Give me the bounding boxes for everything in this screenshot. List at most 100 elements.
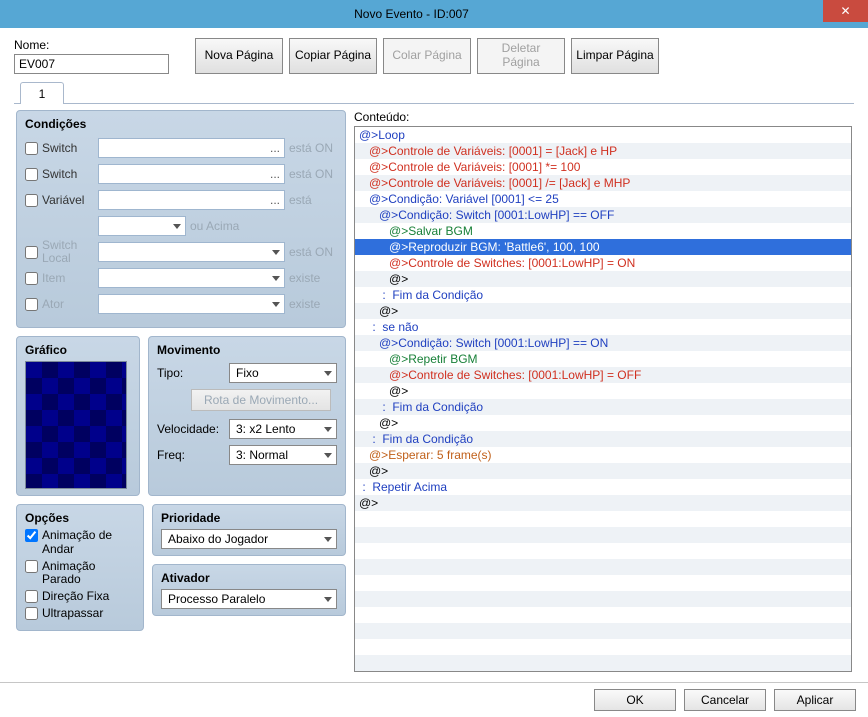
code-line[interactable]: @> [355, 303, 851, 319]
switch1-post: está ON [289, 141, 337, 155]
direcao-fixa-checkbox[interactable] [25, 590, 38, 603]
colar-pagina-button: Colar Página [383, 38, 471, 74]
ator-dropdown[interactable] [98, 294, 285, 314]
code-line-empty [355, 639, 851, 655]
freq-label: Freq: [157, 448, 223, 462]
apply-button[interactable]: Aplicar [774, 689, 856, 711]
switchlocal-dropdown[interactable] [98, 242, 285, 262]
freq-select[interactable]: 3: Normal [229, 445, 337, 465]
dialog-buttons: OK Cancelar Aplicar [0, 682, 868, 717]
code-line[interactable]: @>Esperar: 5 frame(s) [355, 447, 851, 463]
code-line[interactable]: : Fim da Condição [355, 399, 851, 415]
switchlocal-label: Switch Local [42, 239, 94, 264]
code-line[interactable]: @>Reproduzir BGM: 'Battle6', 100, 100 [355, 239, 851, 255]
ator-checkbox[interactable] [25, 298, 38, 311]
variavel-num-dropdown[interactable] [98, 216, 186, 236]
code-line[interactable]: @>Controle de Variáveis: [0001] /= [Jack… [355, 175, 851, 191]
deletar-pagina-button: Deletar Página [477, 38, 565, 74]
ultrapassar-label: Ultrapassar [42, 607, 103, 621]
code-line[interactable]: @>Loop [355, 127, 851, 143]
code-line[interactable]: @> [355, 383, 851, 399]
prioridade-select[interactable]: Abaixo do Jogador [161, 529, 337, 549]
movimento-title: Movimento [157, 343, 337, 357]
anim-parado-checkbox[interactable] [25, 560, 38, 573]
anim-andar-checkbox[interactable] [25, 529, 38, 542]
chevron-down-icon [324, 453, 332, 458]
movimento-group: Movimento Tipo: Fixo Rota de Movimento..… [148, 336, 346, 496]
conteudo-listbox[interactable]: @>Loop @>Controle de Variáveis: [0001] =… [354, 126, 852, 672]
grafico-preview[interactable] [25, 361, 127, 489]
code-line-empty [355, 591, 851, 607]
code-line[interactable]: @>Controle de Variáveis: [0001] = [Jack]… [355, 143, 851, 159]
ativador-title: Ativador [161, 571, 337, 585]
chevron-down-icon [272, 250, 280, 255]
item-checkbox[interactable] [25, 272, 38, 285]
code-line[interactable]: : Fim da Condição [355, 287, 851, 303]
ativador-select[interactable]: Processo Paralelo [161, 589, 337, 609]
anim-parado-label: Animação Parado [42, 560, 135, 588]
tipo-label: Tipo: [157, 366, 223, 380]
variavel-dropdown[interactable]: ... [98, 190, 285, 210]
copiar-pagina-button[interactable]: Copiar Página [289, 38, 377, 74]
code-line[interactable]: @>Condição: Variável [0001] <= 25 [355, 191, 851, 207]
chevron-down-icon [324, 427, 332, 432]
condicoes-group: Condições Switch ... está ON Switch ... … [16, 110, 346, 328]
code-line-empty [355, 655, 851, 671]
velocidade-select[interactable]: 3: x2 Lento [229, 419, 337, 439]
code-line[interactable]: @> [355, 415, 851, 431]
switch1-dropdown[interactable]: ... [98, 138, 285, 158]
code-line[interactable]: @>Salvar BGM [355, 223, 851, 239]
code-line-empty [355, 623, 851, 639]
switch1-checkbox[interactable] [25, 142, 38, 155]
code-line-empty [355, 607, 851, 623]
velocidade-label: Velocidade: [157, 422, 223, 436]
code-line[interactable]: @>Condição: Switch [0001:LowHP] == ON [355, 335, 851, 351]
rota-movimento-button: Rota de Movimento... [191, 389, 331, 411]
code-line[interactable]: : Fim da Condição [355, 431, 851, 447]
chevron-down-icon [173, 224, 181, 229]
prioridade-group: Prioridade Abaixo do Jogador [152, 504, 346, 556]
variavel-checkbox[interactable] [25, 194, 38, 207]
code-line[interactable]: @>Controle de Switches: [0001:LowHP] = O… [355, 367, 851, 383]
tab-1[interactable]: 1 [20, 82, 64, 104]
code-line[interactable]: @>Controle de Switches: [0001:LowHP] = O… [355, 255, 851, 271]
grafico-title: Gráfico [25, 343, 131, 357]
chevron-down-icon [324, 597, 332, 602]
chevron-down-icon [324, 537, 332, 542]
code-line[interactable]: @> [355, 271, 851, 287]
chevron-down-icon [272, 302, 280, 307]
variavel-post: está [289, 193, 337, 207]
code-line[interactable]: @> [355, 463, 851, 479]
code-line[interactable]: : Repetir Acima [355, 479, 851, 495]
code-line-empty [355, 543, 851, 559]
ok-button[interactable]: OK [594, 689, 676, 711]
nova-pagina-button[interactable]: Nova Página [195, 38, 283, 74]
item-dropdown[interactable] [98, 268, 285, 288]
cancel-button[interactable]: Cancelar [684, 689, 766, 711]
switch2-checkbox[interactable] [25, 168, 38, 181]
ator-post: existe [289, 297, 337, 311]
chevron-down-icon [272, 276, 280, 281]
code-line[interactable]: @>Controle de Variáveis: [0001] *= 100 [355, 159, 851, 175]
code-line-empty [355, 527, 851, 543]
nome-label: Nome: [14, 38, 169, 52]
direcao-fixa-label: Direção Fixa [42, 590, 109, 604]
code-line[interactable]: : se não [355, 319, 851, 335]
nome-input[interactable] [14, 54, 169, 74]
ouacima-label: ou Acima [190, 219, 337, 233]
code-line[interactable]: @> [355, 495, 851, 511]
prioridade-title: Prioridade [161, 511, 337, 525]
grafico-group: Gráfico [16, 336, 140, 496]
switchlocal-checkbox[interactable] [25, 246, 38, 259]
conteudo-label: Conteúdo: [354, 110, 852, 124]
tipo-select[interactable]: Fixo [229, 363, 337, 383]
switchlocal-post: está ON [289, 245, 337, 259]
code-line[interactable]: @>Condição: Switch [0001:LowHP] == OFF [355, 207, 851, 223]
condicoes-title: Condições [25, 117, 337, 131]
switch2-dropdown[interactable]: ... [98, 164, 285, 184]
limpar-pagina-button[interactable]: Limpar Página [571, 38, 659, 74]
code-line[interactable]: @>Repetir BGM [355, 351, 851, 367]
ultrapassar-checkbox[interactable] [25, 607, 38, 620]
close-button[interactable]: ✕ [823, 0, 868, 22]
item-post: existe [289, 271, 337, 285]
